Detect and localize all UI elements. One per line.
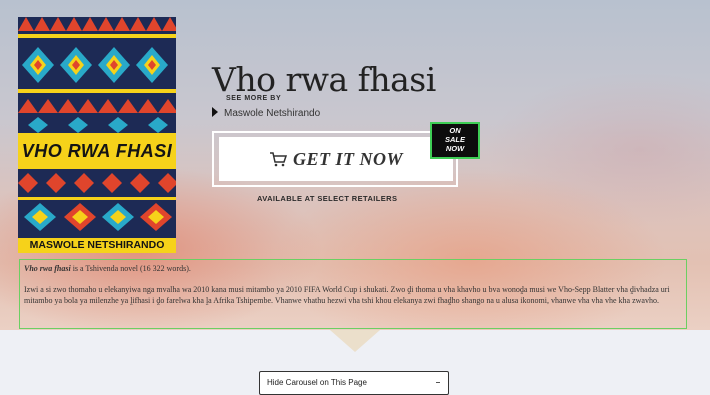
- on-sale-badge: ON SALE NOW: [430, 122, 480, 159]
- book-description: Vho rwa fhasi is a Tshivenda novel (16 3…: [19, 259, 687, 329]
- cart-icon: [269, 151, 287, 166]
- cover-pattern-bottom: [18, 169, 176, 238]
- play-triangle-icon: [212, 107, 218, 117]
- chevron-down-icon: [436, 382, 440, 383]
- available-retailers-text: AVAILABLE AT SELECT RETAILERS: [257, 194, 398, 203]
- carousel-visibility-select[interactable]: Hide Carousel on This Page: [259, 371, 449, 395]
- sale-line-1: ON: [449, 126, 461, 135]
- hero-pointer: [330, 330, 380, 352]
- get-it-now-button[interactable]: GET IT NOW: [219, 137, 453, 181]
- book-cover[interactable]: VHO RWA FHASI MASWOLE NETSHIRANDO: [18, 17, 176, 253]
- description-body: Izwi a si zwo thomaho u elekanyiwa nga m…: [24, 285, 670, 305]
- sale-line-2: SALE: [444, 135, 465, 144]
- book-title: Vho rwa fhasi: [212, 60, 436, 100]
- cover-author: MASWOLE NETSHIRANDO: [18, 238, 176, 253]
- sale-line-3: NOW: [445, 144, 465, 153]
- get-it-now-label: GET IT NOW: [292, 148, 403, 169]
- cover-pattern-top: [18, 17, 176, 133]
- description-summary: Vho rwa fhasi is a Tshivenda novel (16 3…: [24, 263, 682, 274]
- author-link[interactable]: Maswole Netshirando: [212, 107, 320, 119]
- description-title: Vho rwa fhasi: [24, 264, 71, 273]
- see-more-label: SEE MORE BY: [226, 95, 282, 102]
- cover-title: VHO RWA FHASI: [18, 133, 176, 169]
- carousel-select-value: Hide Carousel on This Page: [267, 378, 367, 387]
- description-summary-text: is a Tshivenda novel (16 322 words).: [70, 264, 191, 273]
- author-name: Maswole Netshirando: [224, 108, 321, 119]
